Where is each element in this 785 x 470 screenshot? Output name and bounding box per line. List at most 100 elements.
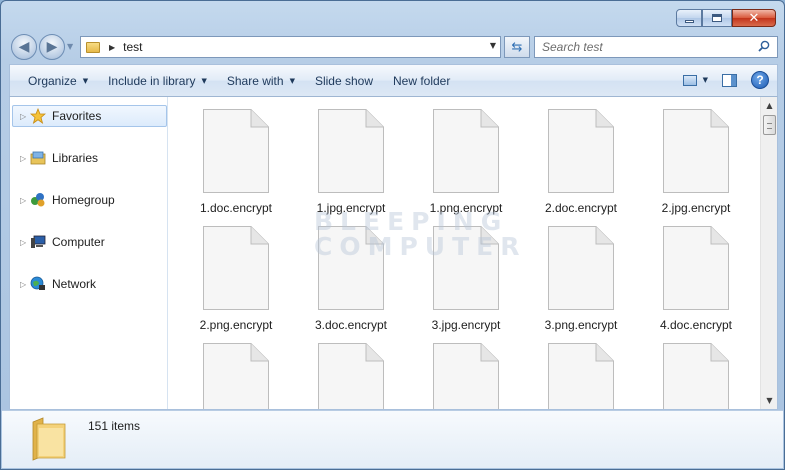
document-icon (433, 226, 499, 310)
file-item[interactable] (531, 343, 631, 409)
file-item[interactable]: 3.jpg.encrypt (416, 226, 516, 332)
back-button[interactable]: ◀ (11, 34, 37, 60)
details-pane: 151 items (2, 410, 783, 468)
recent-pages-dropdown[interactable]: ▼ (67, 42, 73, 51)
star-icon (30, 108, 46, 124)
file-item[interactable] (186, 343, 286, 409)
document-icon (663, 226, 729, 310)
vertical-scrollbar[interactable]: ▲ ▼ (760, 97, 777, 409)
file-item[interactable]: 1.jpg.encrypt (301, 109, 401, 215)
search-input[interactable] (542, 40, 747, 54)
preview-pane-icon[interactable] (722, 73, 737, 87)
file-name: 4.doc.encrypt (659, 318, 733, 332)
file-item[interactable] (416, 343, 516, 409)
document-icon (318, 343, 384, 409)
file-item[interactable]: 3.doc.encrypt (301, 226, 401, 332)
refresh-icon: ⇆ (511, 39, 523, 55)
nav-label: Network (52, 277, 97, 291)
back-arrow-icon: ◀ (18, 39, 30, 55)
address-history-dropdown-icon[interactable]: ▼ (490, 41, 496, 50)
document-icon (203, 226, 269, 310)
file-item[interactable]: 3.png.encrypt (531, 226, 631, 332)
expand-arrow-icon[interactable]: ▷ (20, 280, 28, 289)
organize-menu[interactable]: Organize ▼ (18, 70, 98, 92)
help-icon[interactable]: ? (751, 71, 769, 89)
document-icon (203, 109, 269, 193)
breadcrumb-segment[interactable]: test (123, 40, 142, 54)
file-name: 3.doc.encrypt (314, 318, 388, 332)
document-icon (433, 109, 499, 193)
share-with-label: Share with (226, 73, 284, 88)
maximize-button[interactable] (702, 9, 732, 27)
file-name: 2.png.encrypt (199, 318, 273, 332)
view-controls: ▼ ? (682, 71, 769, 89)
share-with-menu[interactable]: Share with ▼ (217, 70, 305, 92)
scrollbar-thumb[interactable] (763, 115, 776, 135)
search-icon[interactable] (758, 40, 770, 52)
expand-arrow-icon[interactable]: ▷ (20, 196, 28, 205)
document-icon (663, 343, 729, 409)
expand-arrow-icon[interactable]: ▷ (20, 112, 28, 121)
file-name: 3.png.encrypt (544, 318, 618, 332)
document-icon (663, 109, 729, 193)
forward-button[interactable]: ▶ (39, 34, 65, 60)
file-item[interactable] (646, 343, 746, 409)
breadcrumb-chevron-icon[interactable]: ▶ (109, 43, 115, 52)
file-item[interactable]: 1.png.encrypt (416, 109, 516, 215)
library-icon (30, 150, 46, 166)
address-bar[interactable]: ▶ test ▼ (80, 36, 501, 58)
change-view-icon[interactable] (682, 74, 697, 86)
nav-label: Libraries (52, 151, 99, 165)
nav-item-favorites[interactable]: ▷ Favorites (12, 105, 167, 127)
file-name: 2.doc.encrypt (544, 201, 618, 215)
file-item[interactable]: 1.doc.encrypt (186, 109, 286, 215)
document-icon (433, 343, 499, 409)
nav-item-libraries[interactable]: ▷ Libraries (10, 147, 168, 169)
document-icon (318, 226, 384, 310)
explorer-window: ✕ ◀ ▶ ▼ ▶ test ▼ ⇆ Organize ▼ Include in … (0, 0, 785, 470)
file-item[interactable]: 2.doc.encrypt (531, 109, 631, 215)
close-icon: ✕ (748, 10, 760, 26)
document-icon (203, 343, 269, 409)
scroll-up-arrow-icon[interactable]: ▲ (761, 97, 778, 114)
new-folder-button[interactable]: New folder (383, 70, 460, 92)
document-icon (318, 109, 384, 193)
close-button[interactable]: ✕ (732, 9, 776, 27)
document-icon (548, 109, 614, 193)
nav-item-network[interactable]: ▷ Network (10, 273, 168, 295)
content-area: ▷ Favorites ▷ Libraries ▷ Homegroup ▷ Co… (9, 97, 778, 410)
file-item[interactable]: 2.jpg.encrypt (646, 109, 746, 215)
nav-label: Homegroup (52, 193, 115, 207)
search-box[interactable] (534, 36, 778, 58)
file-item[interactable]: 2.png.encrypt (186, 226, 286, 332)
file-item[interactable] (301, 343, 401, 409)
scroll-down-arrow-icon[interactable]: ▼ (761, 392, 778, 409)
organize-label: Organize (28, 73, 77, 88)
chevron-down-icon: ▼ (201, 76, 207, 85)
file-name: 3.jpg.encrypt (431, 318, 501, 332)
slide-show-button[interactable]: Slide show (305, 70, 383, 92)
folder-icon (32, 417, 66, 461)
refresh-button[interactable]: ⇆ (504, 36, 530, 58)
view-options-dropdown-icon[interactable]: ▼ (703, 76, 708, 84)
nav-label: Favorites (52, 109, 102, 123)
item-count: 151 items (88, 419, 141, 433)
nav-item-homegroup[interactable]: ▷ Homegroup (10, 189, 168, 211)
navigation-pane: ▷ Favorites ▷ Libraries ▷ Homegroup ▷ Co… (10, 97, 168, 409)
file-name: 1.png.encrypt (429, 201, 503, 215)
computer-icon (30, 234, 46, 250)
file-list: 1.doc.encrypt 1.jpg.encrypt 1.png.encryp… (169, 97, 761, 409)
expand-arrow-icon[interactable]: ▷ (20, 154, 28, 163)
nav-item-computer[interactable]: ▷ Computer (10, 231, 168, 253)
expand-arrow-icon[interactable]: ▷ (20, 238, 28, 247)
minimize-icon (684, 19, 694, 23)
include-in-library-menu[interactable]: Include in library ▼ (98, 70, 217, 92)
slide-show-label: Slide show (314, 73, 373, 88)
folder-icon (86, 41, 100, 53)
maximize-icon (712, 14, 722, 22)
network-icon (30, 276, 46, 292)
minimize-button[interactable] (676, 9, 702, 27)
file-item[interactable]: 4.doc.encrypt (646, 226, 746, 332)
file-name: 2.jpg.encrypt (661, 201, 731, 215)
forward-arrow-icon: ▶ (46, 39, 58, 55)
